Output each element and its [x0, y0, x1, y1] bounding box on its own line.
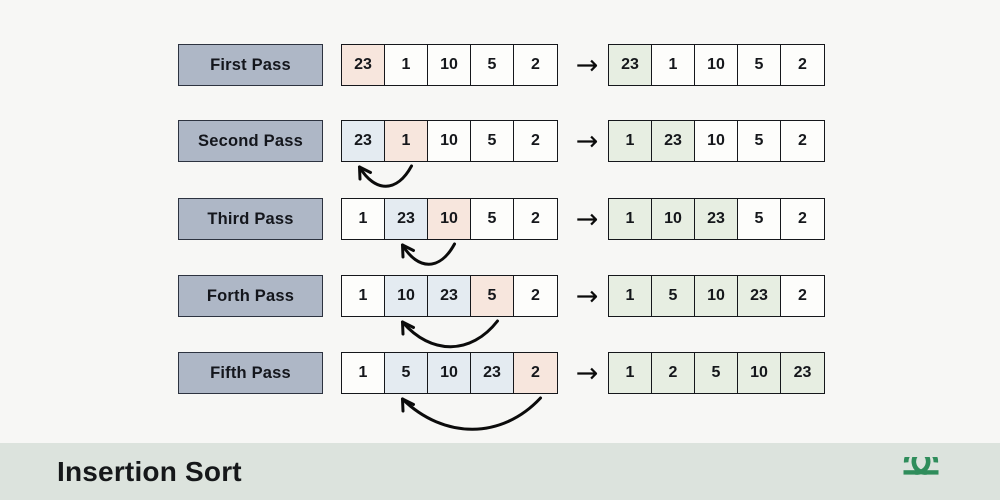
pass-row: Second Pass 23 1 10 5 2 → 1 23 10 5 2	[0, 120, 1000, 164]
array-cell: 2	[514, 121, 557, 161]
geeksforgeeks-logo-icon	[903, 457, 939, 475]
pass-row: First Pass 23 1 10 5 2 → 23 1 10 5 2	[0, 44, 1000, 88]
step-arrow-icon: →	[575, 357, 599, 389]
swap-curve	[358, 164, 413, 188]
array-cell: 23	[342, 45, 385, 85]
step-arrow-icon: →	[575, 280, 599, 312]
swap-curve	[401, 319, 499, 349]
array-cell: 10	[428, 121, 471, 161]
swap-arrowhead-icon	[401, 397, 415, 413]
array-cell: 10	[428, 353, 471, 393]
array-cell: 1	[342, 276, 385, 316]
array-cell: 1	[342, 353, 385, 393]
array-cell: 1	[609, 353, 652, 393]
array-cell: 10	[695, 121, 738, 161]
array-cell: 5	[385, 353, 428, 393]
array-cell: 2	[781, 45, 824, 85]
array-after: 1 23 10 5 2	[608, 120, 825, 162]
array-cell: 10	[738, 353, 781, 393]
array-cell: 23	[695, 199, 738, 239]
array-cell: 23	[385, 199, 428, 239]
array-cell: 5	[471, 121, 514, 161]
array-cell: 5	[471, 199, 514, 239]
array-cell: 2	[781, 199, 824, 239]
array-after: 1 10 23 5 2	[608, 198, 825, 240]
array-cell: 5	[738, 199, 781, 239]
array-cell: 10	[385, 276, 428, 316]
array-cell: 10	[428, 45, 471, 85]
array-cell: 1	[609, 121, 652, 161]
array-cell: 2	[514, 353, 557, 393]
pass-label: Second Pass	[178, 120, 323, 162]
array-cell: 5	[695, 353, 738, 393]
array-cell: 10	[652, 199, 695, 239]
array-cell: 2	[514, 199, 557, 239]
array-cell: 1	[342, 199, 385, 239]
array-before: 1 5 10 23 2	[341, 352, 558, 394]
array-cell: 2	[781, 121, 824, 161]
array-cell: 1	[385, 45, 428, 85]
array-cell: 1	[385, 121, 428, 161]
array-cell: 5	[471, 276, 514, 316]
array-after: 1 5 10 23 2	[608, 275, 825, 317]
step-arrow-icon: →	[575, 49, 599, 81]
array-cell: 10	[695, 276, 738, 316]
pass-label: Third Pass	[178, 198, 323, 240]
array-cell: 23	[428, 276, 471, 316]
pass-row: Forth Pass 1 10 23 5 2 → 1 5 10 23 2	[0, 275, 1000, 319]
array-cell: 1	[652, 45, 695, 85]
array-cell: 23	[781, 353, 824, 393]
array-after: 1 2 5 10 23	[608, 352, 825, 394]
array-cell: 1	[609, 276, 652, 316]
array-cell: 5	[471, 45, 514, 85]
array-before: 23 1 10 5 2	[341, 120, 558, 162]
pass-row: Fifth Pass 1 5 10 23 2 → 1 2 5 10 23	[0, 352, 1000, 396]
array-cell: 23	[609, 45, 652, 85]
pass-label: Forth Pass	[178, 275, 323, 317]
swap-arrowhead-icon	[358, 165, 372, 181]
footer-bar: Insertion Sort	[0, 443, 1000, 500]
array-cell: 2	[781, 276, 824, 316]
array-cell: 5	[652, 276, 695, 316]
swap-arrowhead-icon	[401, 320, 415, 336]
array-cell: 2	[514, 276, 557, 316]
array-cell: 5	[738, 121, 781, 161]
array-cell: 23	[738, 276, 781, 316]
step-arrow-icon: →	[575, 203, 599, 235]
pass-label: Fifth Pass	[178, 352, 323, 394]
array-cell: 10	[428, 199, 471, 239]
insertion-sort-diagram: First Pass 23 1 10 5 2 → 23 1 10 5 2 Second Pass 23 1 1…	[0, 0, 1000, 443]
array-cell: 23	[652, 121, 695, 161]
swap-curve	[401, 242, 456, 266]
array-before: 1 10 23 5 2	[341, 275, 558, 317]
array-cell: 5	[738, 45, 781, 85]
array-cell: 2	[514, 45, 557, 85]
page-title: Insertion Sort	[57, 456, 242, 487]
swap-curve	[401, 396, 542, 431]
array-cell: 2	[652, 353, 695, 393]
array-after: 23 1 10 5 2	[608, 44, 825, 86]
array-before: 23 1 10 5 2	[341, 44, 558, 86]
array-cell: 23	[342, 121, 385, 161]
pass-row: Third Pass 1 23 10 5 2 → 1 10 23 5 2	[0, 198, 1000, 242]
array-before: 1 23 10 5 2	[341, 198, 558, 240]
array-cell: 1	[609, 199, 652, 239]
array-cell: 10	[695, 45, 738, 85]
pass-label: First Pass	[178, 44, 323, 86]
step-arrow-icon: →	[575, 125, 599, 157]
array-cell: 23	[471, 353, 514, 393]
swap-arrowhead-icon	[401, 243, 415, 259]
